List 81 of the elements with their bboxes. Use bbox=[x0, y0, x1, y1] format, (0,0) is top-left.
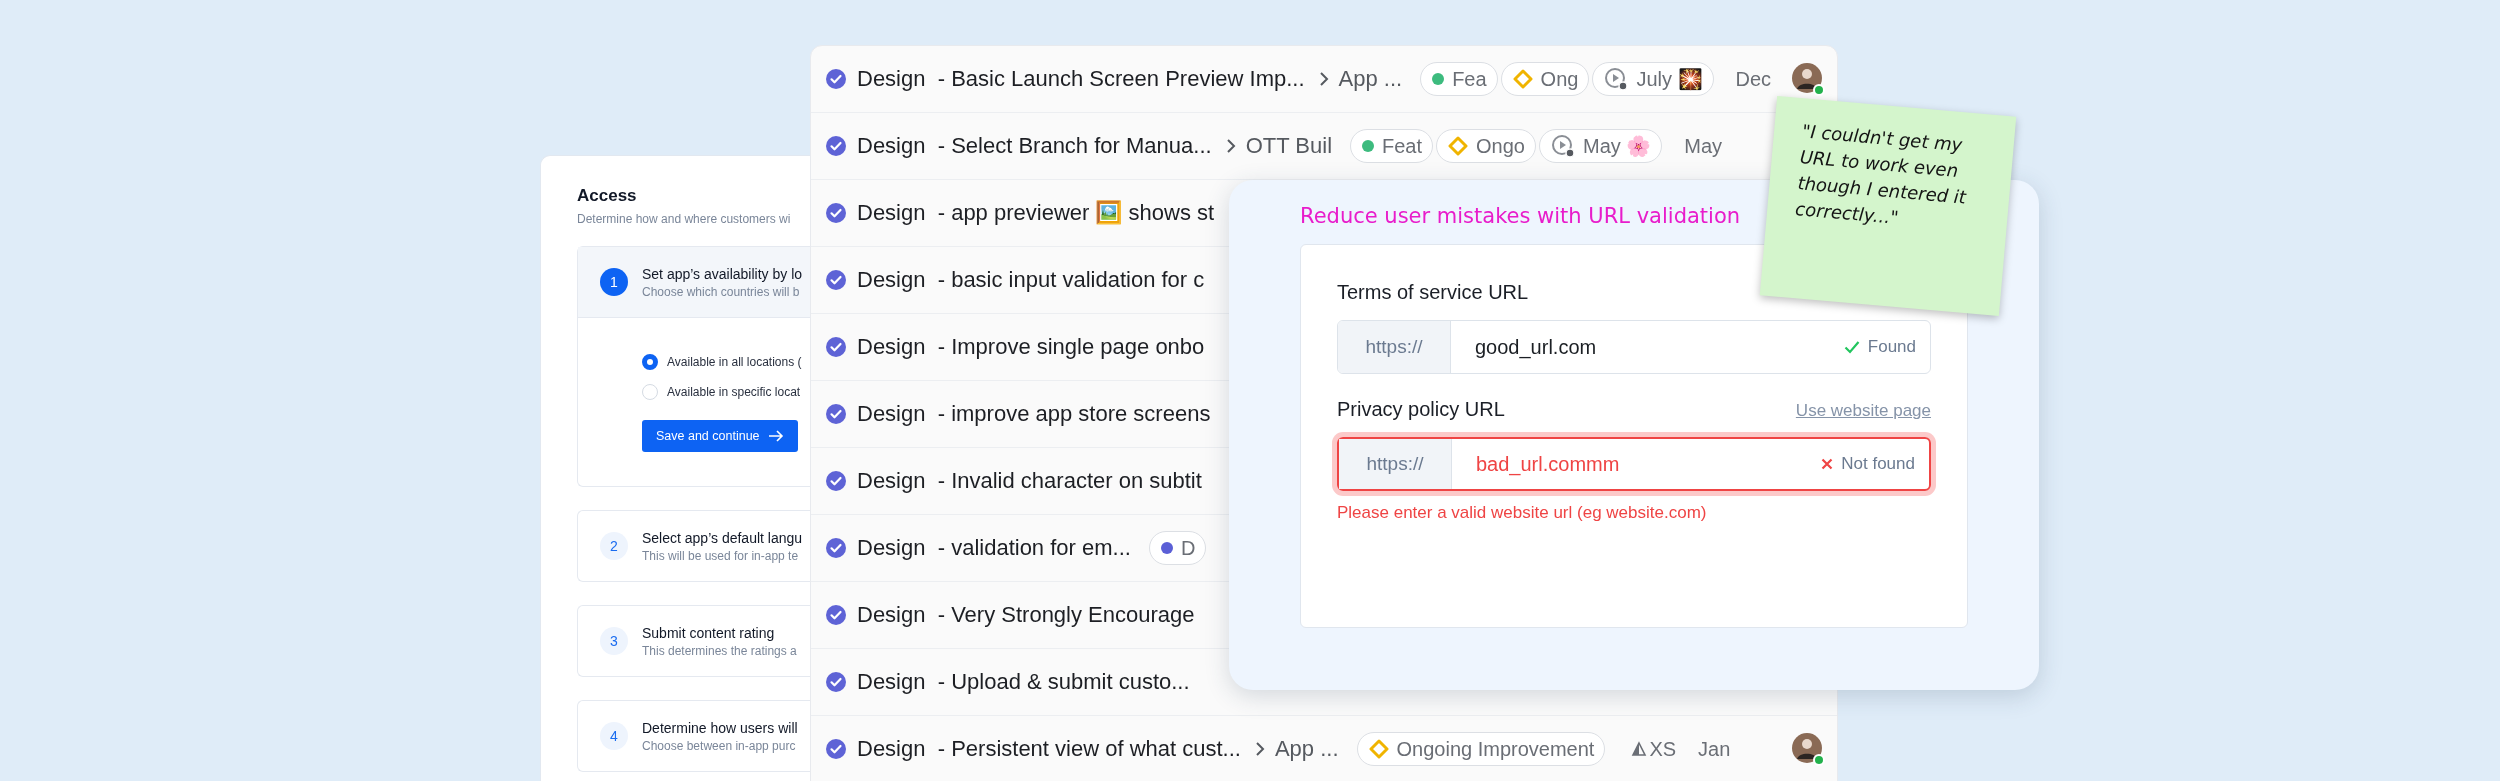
check-circle-icon[interactable] bbox=[825, 537, 847, 559]
radio-label: Available in all locations ( bbox=[667, 355, 802, 369]
step-card[interactable]: 4 Determine how users will Choose between in-app purc bbox=[577, 700, 810, 772]
check-circle-icon[interactable] bbox=[825, 336, 847, 358]
task-title[interactable]: Design - Invalid character on subtit bbox=[857, 468, 1202, 494]
radio-label: Available in specific locat bbox=[667, 385, 801, 399]
tag-pill[interactable]: Ong bbox=[1500, 62, 1590, 96]
step-description: Choose which countries will b bbox=[642, 284, 801, 299]
card-heading: Reduce user mistakes with URL validation bbox=[1300, 204, 1741, 228]
field-label: Terms of service URL bbox=[1337, 281, 1529, 304]
step-title: Submit content rating bbox=[642, 624, 776, 641]
task-title[interactable]: Design - validation for em... bbox=[857, 535, 1131, 561]
task-title[interactable]: Design - Upload & submit custo... bbox=[857, 669, 1190, 695]
step-card[interactable]: 1 Set app’s availability by lo Choose which countries will b Available in all locations ( Available in specific locat Save and continue bbox=[577, 246, 810, 487]
step-title: Set app’s availability by lo bbox=[642, 265, 803, 282]
task-title[interactable]: Design - basic input validation for c bbox=[857, 267, 1205, 293]
project-link[interactable]: OTT Buil bbox=[1245, 133, 1332, 159]
arrow-right-icon bbox=[767, 430, 784, 442]
check-circle-icon[interactable] bbox=[825, 135, 847, 157]
error-message: Please enter a valid website url (eg website.com) bbox=[1337, 503, 1708, 523]
radio-button[interactable] bbox=[642, 354, 658, 370]
chevron-icon bbox=[1318, 71, 1329, 87]
task-title[interactable]: Design - Very Strongly Encourage bbox=[857, 602, 1195, 628]
due-date: May bbox=[1684, 134, 1723, 158]
step-description: This will be used for in-app te bbox=[642, 548, 800, 563]
url-field[interactable]: https:// good_url.com Found bbox=[1337, 320, 1931, 374]
project-link[interactable]: App ... bbox=[1274, 736, 1339, 762]
due-date: Dec bbox=[1735, 67, 1772, 91]
panel-subtitle: Determine how and where customers wi bbox=[577, 212, 791, 226]
due-date: Jan bbox=[1698, 737, 1731, 761]
tag-pill[interactable]: Fea bbox=[1420, 62, 1498, 96]
url-input[interactable]: bad_url.commm bbox=[1452, 439, 1822, 489]
diamond-icon bbox=[1448, 136, 1469, 156]
check-circle-icon[interactable] bbox=[825, 269, 847, 291]
check-circle-icon[interactable] bbox=[825, 68, 847, 90]
task-title[interactable]: Design - Persistent view of what cust... bbox=[857, 736, 1241, 762]
url-input[interactable]: good_url.com bbox=[1451, 321, 1844, 373]
validation-status: Found bbox=[1867, 337, 1916, 357]
task-title[interactable]: Design - app previewer 🖼 shows st bbox=[857, 200, 1215, 226]
tag-pill[interactable]: May 🌸 bbox=[1539, 129, 1663, 163]
tag-pill[interactable]: D bbox=[1148, 531, 1207, 565]
task-title[interactable]: Design - Select Branch for Manua... bbox=[857, 133, 1212, 159]
step-card[interactable]: 2 Select app’s default langu This will be used for in-app te bbox=[577, 510, 810, 582]
save-button[interactable]: Save and continue bbox=[642, 420, 798, 452]
tag-pill[interactable]: July 🎇 bbox=[1592, 62, 1714, 96]
url-prefix: https:// bbox=[1338, 321, 1451, 373]
check-circle-icon[interactable] bbox=[825, 738, 847, 760]
chevron-icon bbox=[1225, 138, 1236, 154]
diamond-icon bbox=[1368, 739, 1389, 759]
check-circle-icon[interactable] bbox=[825, 403, 847, 425]
play-circle-icon bbox=[1604, 67, 1629, 91]
step-title: Determine how users will bbox=[642, 719, 798, 736]
quote-text: "I couldn't get my URL to work even though I entered it correctly..." bbox=[1794, 119, 1968, 231]
url-prefix: https:// bbox=[1339, 439, 1452, 489]
tag-pill[interactable]: Ongoing Improvement bbox=[1356, 732, 1606, 766]
step-title: Select app’s default langu bbox=[642, 529, 803, 546]
chevron-icon bbox=[1254, 741, 1265, 757]
validation-status: Not found bbox=[1841, 454, 1915, 474]
check-circle-icon[interactable] bbox=[825, 604, 847, 626]
project-link[interactable]: App ... bbox=[1338, 66, 1403, 92]
field-label: Privacy policy URL bbox=[1337, 398, 1505, 421]
play-circle-icon bbox=[1551, 134, 1575, 158]
tag-pill[interactable]: Ongo bbox=[1436, 129, 1536, 163]
diamond-icon bbox=[1512, 69, 1533, 89]
step-card[interactable]: 3 Submit content rating This determines the ratings a bbox=[577, 605, 810, 677]
size-estimate: XS bbox=[1649, 737, 1677, 761]
step-number: 3 bbox=[600, 627, 628, 655]
task-title[interactable]: Design - Improve single page onbo bbox=[857, 334, 1205, 360]
check-circle-icon[interactable] bbox=[825, 470, 847, 492]
check-circle-icon[interactable] bbox=[825, 671, 847, 693]
step-description: This determines the ratings a bbox=[642, 643, 797, 658]
task-title[interactable]: Design - Basic Launch Screen Preview Imp... bbox=[857, 66, 1305, 92]
check-circle-icon[interactable] bbox=[825, 202, 847, 224]
panel-title: Access bbox=[577, 186, 637, 206]
task-title[interactable]: Design - improve app store screens bbox=[857, 401, 1211, 427]
step-number: 1 bbox=[600, 268, 628, 296]
step-number: 4 bbox=[600, 722, 628, 750]
size-icon bbox=[1631, 741, 1648, 757]
step-description: Choose between in-app purc bbox=[642, 738, 797, 753]
step-number: 2 bbox=[600, 532, 628, 560]
tag-pill[interactable]: Feat bbox=[1350, 129, 1434, 163]
